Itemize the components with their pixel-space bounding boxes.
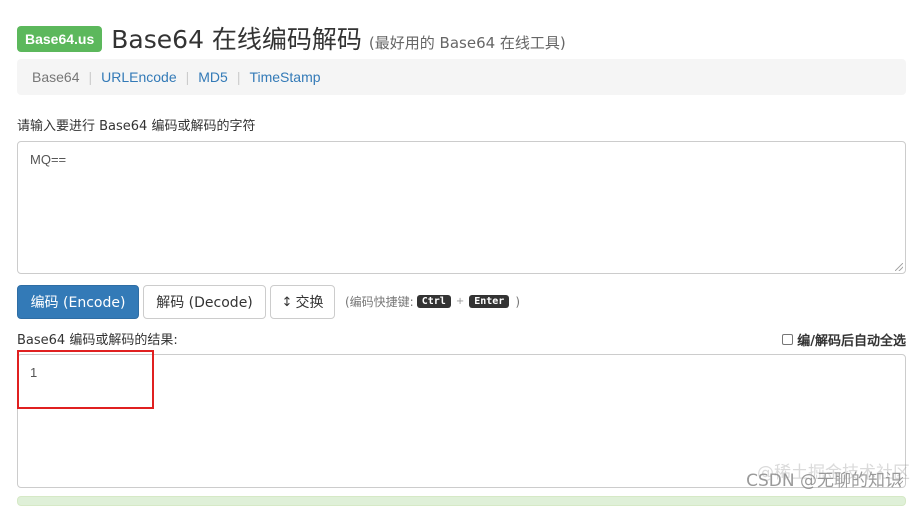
swap-button-label: 交换	[295, 295, 324, 311]
nav-item-base64: Base64	[32, 69, 80, 85]
ctrl-key: Ctrl	[416, 295, 451, 308]
watermark-shadow: @稀土掘金技术社区	[757, 463, 910, 483]
auto-select-option[interactable]: 编/解码后自动全选	[782, 330, 906, 349]
watermark: @稀土掘金技术社区 CSDN @无聊的知识	[746, 463, 910, 491]
nav-item-md5[interactable]: MD5	[198, 69, 228, 85]
input-label: 请输入要进行 Base64 编码或解码的字符	[17, 119, 256, 134]
shortcut-prefix: (编码快捷键:	[345, 295, 414, 309]
page-subtitle: (最好用的 Base64 在线工具)	[368, 34, 566, 52]
nav-separator: |	[185, 69, 190, 85]
result-alert-strip	[17, 496, 906, 506]
input-value: MQ==	[30, 152, 67, 167]
nav-item-timestamp[interactable]: TimeStamp	[249, 69, 320, 85]
enter-key: Enter	[469, 295, 510, 308]
swap-button[interactable]: ↕ 交换	[270, 285, 335, 319]
encode-button[interactable]: 编码 (Encode)	[17, 285, 139, 319]
site-logo[interactable]: Base64.us	[17, 26, 103, 52]
page-header: Base64.us Base64 在线编码解码 (最好用的 Base64 在线工…	[17, 20, 566, 56]
auto-select-label[interactable]: 编/解码后自动全选	[797, 330, 906, 349]
swap-arrows-icon: ↕	[281, 294, 293, 310]
shortcut-suffix: )	[515, 294, 521, 309]
shortcut-plus: +	[455, 296, 465, 307]
nav-separator: |	[236, 69, 241, 85]
input-textarea[interactable]: MQ==	[17, 141, 906, 274]
breadcrumb-nav: Base64 | URLEncode | MD5 | TimeStamp	[17, 59, 906, 95]
result-label: Base64 编码或解码的结果:	[17, 333, 178, 348]
auto-select-checkbox[interactable]	[782, 334, 794, 345]
shortcut-hint: (编码快捷键: Ctrl + Enter )	[345, 293, 520, 310]
resize-grip-icon[interactable]	[895, 263, 903, 271]
page-title: Base64 在线编码解码	[111, 25, 362, 54]
annotation-highlight-box	[17, 350, 154, 409]
nav-item-urlencode[interactable]: URLEncode	[101, 69, 177, 85]
nav-separator: |	[88, 69, 93, 85]
decode-button[interactable]: 解码 (Decode)	[143, 285, 266, 319]
